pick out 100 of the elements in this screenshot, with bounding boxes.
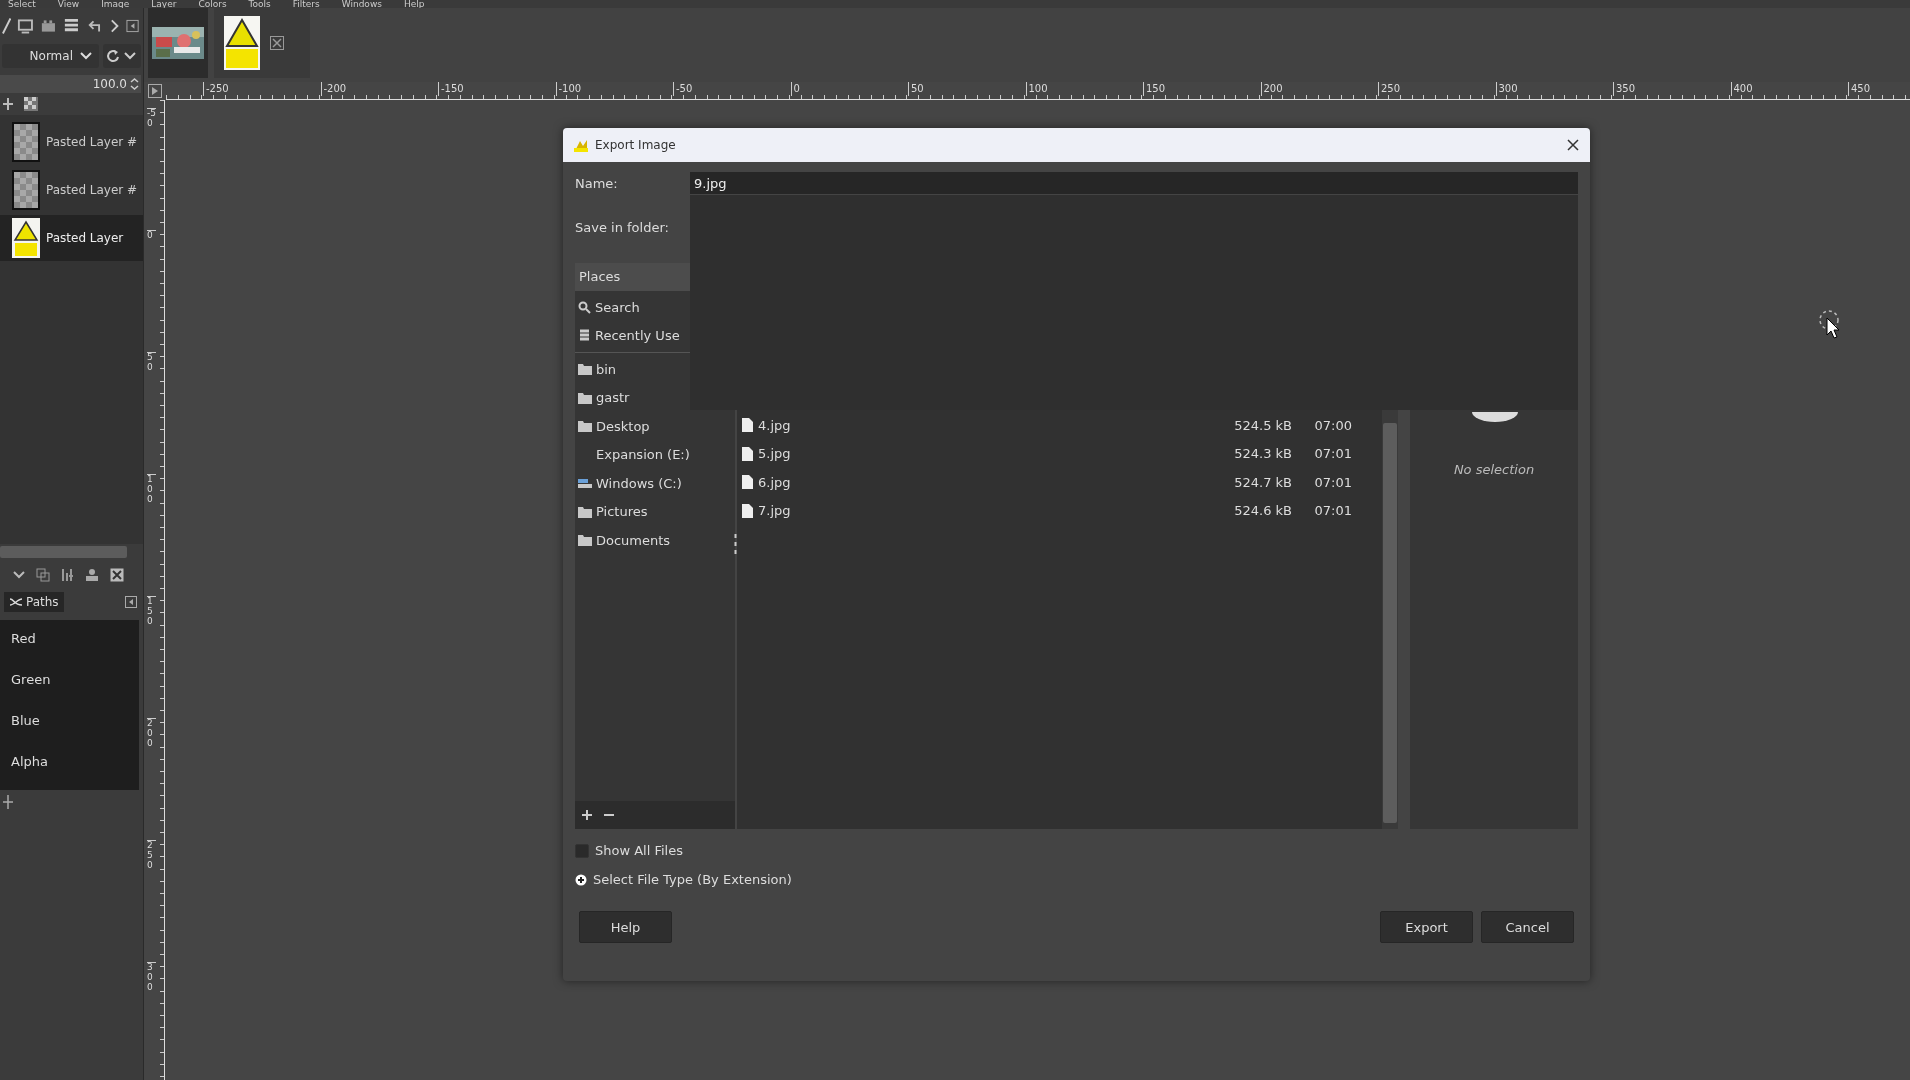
folder-icon	[578, 363, 592, 376]
menu-item[interactable]: Select	[8, 0, 36, 8]
layer-row[interactable]: Pasted Layer #	[0, 119, 143, 165]
channel-item[interactable]: Green	[0, 667, 139, 708]
place-item[interactable]: Recently Use	[575, 321, 735, 350]
stack-icon	[578, 328, 591, 343]
duplicate-icon[interactable]	[36, 568, 50, 582]
close-icon[interactable]	[1566, 138, 1580, 152]
menu-item[interactable]: Windows	[341, 0, 382, 8]
file-row[interactable]: 4.jpg 524.5 kB 07:00	[737, 411, 1382, 440]
place-item[interactable]: Windows (C:)	[575, 469, 735, 498]
ruler-label: 50	[147, 352, 156, 373]
file-row[interactable]: 6.jpg 524.7 kB 07:01	[737, 468, 1382, 497]
checkbox[interactable]	[575, 843, 589, 858]
move-icon[interactable]	[2, 794, 14, 810]
resize-handle-icon[interactable]	[734, 533, 737, 555]
ruler-label: -50	[147, 108, 156, 129]
channel-item[interactable]: Alpha	[0, 749, 139, 790]
ruler-label: 150	[147, 596, 156, 627]
menu-item[interactable]: Colors	[198, 0, 227, 8]
menu-item[interactable]: Help	[403, 0, 425, 8]
place-item[interactable]: Documents	[575, 526, 735, 555]
file-icon	[742, 475, 753, 490]
checkbox-label[interactable]: Show All Files	[595, 843, 683, 858]
ruler-label: 300	[1495, 82, 1518, 96]
channel-item[interactable]: Red	[0, 626, 139, 667]
file-row[interactable]: 7.jpg 524.6 kB 07:01	[737, 496, 1382, 525]
layer-row[interactable]: Pasted Layer	[0, 215, 143, 261]
file-icon	[742, 418, 753, 433]
paths-tab[interactable]: Paths	[4, 592, 64, 612]
caret-icon[interactable]	[12, 570, 26, 580]
expander-label[interactable]: Select File Type (By Extension)	[593, 872, 792, 887]
menu-item[interactable]: Tools	[248, 0, 271, 8]
ruler-label: -250	[203, 82, 229, 96]
sort-icon[interactable]	[60, 568, 74, 582]
place-item[interactable]: gastr	[575, 383, 735, 412]
file-row[interactable]: 5.jpg 524.3 kB 07:01	[737, 439, 1382, 468]
ruler-label: -100	[555, 82, 582, 96]
panel-menu-icon[interactable]	[125, 19, 139, 33]
export-button[interactable]: Export	[1380, 911, 1473, 943]
panel-menu-icon[interactable]	[125, 596, 137, 608]
drive-icon	[578, 477, 592, 490]
place-item[interactable]: bin	[575, 355, 735, 384]
menu-item[interactable]: Filters	[292, 0, 320, 8]
transparent-thumbnail-icon	[12, 170, 40, 210]
file-icon	[742, 446, 753, 461]
reset-icon[interactable]	[103, 44, 141, 68]
ruler-label: 400	[1730, 82, 1753, 96]
menu-item[interactable]: Image	[101, 0, 130, 8]
paths-icon	[9, 597, 23, 607]
menu-item[interactable]: Layer	[151, 0, 177, 8]
ruler-corner-icon[interactable]	[148, 84, 162, 98]
name-field[interactable]: 9.jpg	[690, 172, 1578, 194]
folder-icon	[578, 420, 592, 433]
ruler-label: -50	[673, 82, 693, 96]
layer-row[interactable]: Pasted Layer #	[0, 167, 143, 213]
expander-icon[interactable]	[575, 873, 587, 886]
folder-icon	[578, 391, 592, 404]
ruler-label: 0	[147, 230, 156, 241]
ruler-label: -150	[438, 82, 464, 96]
ruler-label: 100	[147, 474, 156, 505]
place-item[interactable]: Pictures	[575, 497, 735, 526]
scrollbar-thumb[interactable]	[0, 546, 127, 558]
channel-item[interactable]: Blue	[0, 708, 139, 749]
transparent-thumbnail-icon	[12, 122, 40, 162]
busy-icon	[1818, 309, 1840, 331]
cancel-button[interactable]: Cancel	[1481, 911, 1574, 943]
monitor-icon[interactable]	[17, 17, 35, 35]
ruler-label: 100	[1025, 82, 1048, 96]
pointer-icon	[1826, 317, 1840, 339]
add-icon[interactable]	[581, 809, 593, 821]
ruler-label: 150	[1143, 82, 1166, 96]
ruler-label: 450	[1848, 82, 1871, 96]
pencil-icon[interactable]	[2, 17, 12, 35]
menu-item[interactable]: View	[57, 0, 80, 8]
ruler-label: 300	[147, 962, 156, 993]
ruler-label: 200	[1260, 82, 1283, 96]
move-icon[interactable]	[2, 97, 14, 111]
opacity-field[interactable]: 100.0	[0, 75, 141, 93]
folder-icon	[578, 534, 592, 547]
ruler-label: 50	[908, 82, 924, 96]
search-icon	[578, 300, 591, 314]
warning-sign-thumbnail-icon[interactable]	[224, 16, 260, 70]
ruler-label: 250	[147, 840, 156, 871]
ruler-label: 250	[1378, 82, 1401, 96]
help-button[interactable]: Help	[579, 911, 672, 943]
name-label: Name:	[575, 175, 619, 191]
ruler-label: 200	[147, 718, 156, 749]
ruler-label: 350	[1613, 82, 1636, 96]
place-item[interactable]: Desktop	[575, 412, 735, 441]
file-icon	[742, 503, 753, 518]
spinner-icon[interactable]	[130, 77, 139, 91]
delete-icon[interactable]	[110, 568, 124, 582]
preview-status: No selection	[1453, 462, 1535, 477]
scrollbar-thumb[interactable]	[1383, 423, 1397, 823]
mode-dropdown[interactable]: Normal	[2, 44, 99, 68]
checker-icon[interactable]	[24, 97, 38, 111]
place-item[interactable]: Search	[575, 293, 735, 322]
folder-label: Save in folder:	[575, 219, 670, 235]
place-item[interactable]: Expansion (E:)	[575, 440, 735, 469]
